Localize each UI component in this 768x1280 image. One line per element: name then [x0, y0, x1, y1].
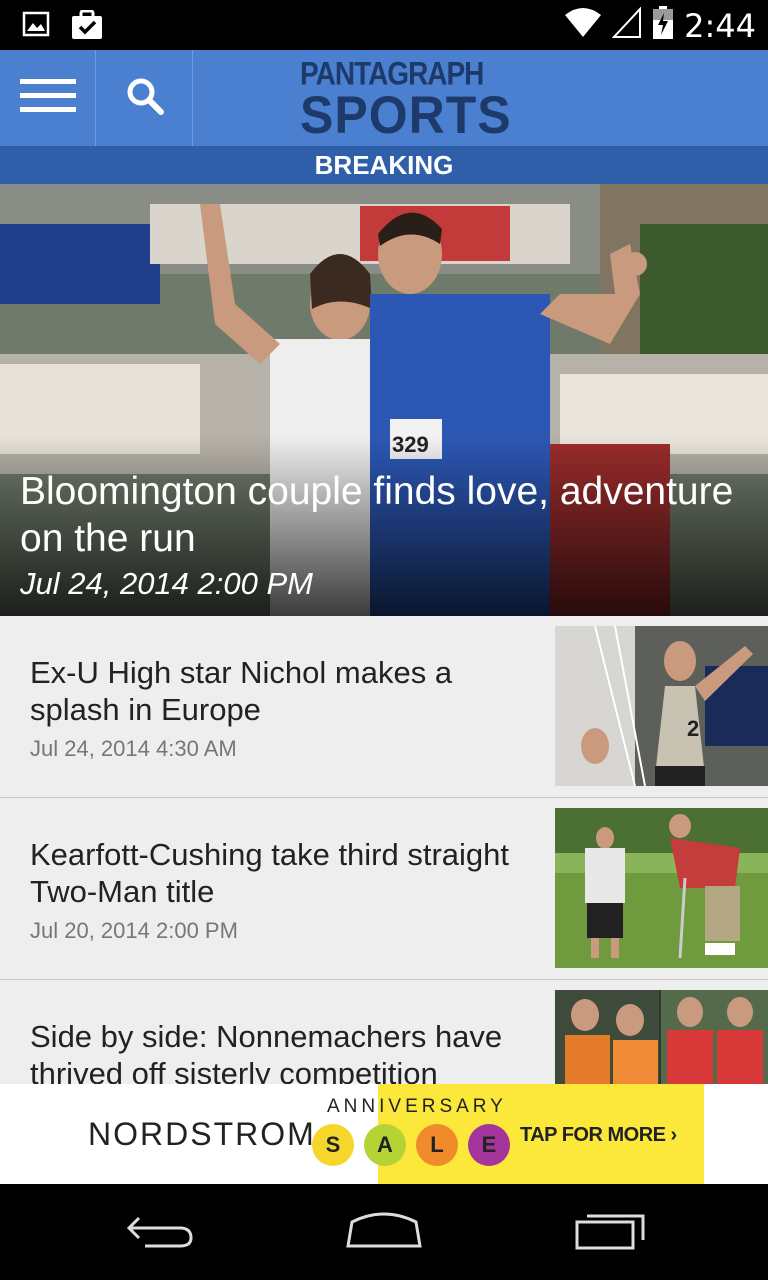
clipboard-check-icon [70, 9, 104, 45]
article-thumbnail[interactable] [555, 990, 768, 1084]
sale-letter: L [416, 1124, 458, 1166]
home-button[interactable] [334, 1204, 434, 1260]
article-row[interactable]: Side by side: Nonnemachers have thrived … [0, 980, 768, 1084]
article-title[interactable]: Side by side: Nonnemachers have thrived … [30, 1018, 530, 1084]
hero-headline[interactable]: Bloomington couple finds love, adventure… [20, 468, 740, 562]
status-bar: 2:44 [0, 0, 768, 50]
article-row[interactable]: Ex-U High star Nichol makes a splash in … [0, 616, 768, 798]
search-icon [126, 77, 164, 120]
article-date: Jul 20, 2014 2:00 PM [30, 918, 238, 943]
back-button[interactable] [110, 1204, 210, 1260]
home-icon [346, 1210, 422, 1255]
hero-date: Jul 24, 2014 2:00 PM [20, 566, 313, 601]
breaking-banner[interactable]: BREAKING [0, 146, 768, 184]
article-list[interactable]: Ex-U High star Nichol makes a splash in … [0, 616, 768, 1084]
ad-banner[interactable]: NORDSTROM ANNIVERSARY S A L E TAP FOR MO… [0, 1084, 768, 1184]
ad-anniversary-text: ANNIVERSARY [327, 1096, 507, 1117]
logo-bottom-text: SPORTS [300, 85, 512, 145]
app-bar: PANTAGRAPH SPORTS [0, 50, 768, 146]
sale-letter: S [312, 1124, 354, 1166]
wifi-icon [564, 7, 602, 44]
pantagraph-sports-logo[interactable]: PANTAGRAPH SPORTS [300, 56, 512, 145]
battery-icon [652, 6, 674, 45]
ad-cta[interactable]: TAP FOR MORE › [520, 1124, 677, 1147]
search-button[interactable] [97, 50, 193, 146]
recent-apps-icon [575, 1210, 645, 1255]
hero-story[interactable]: 329 Bloomington couple finds love, adven… [0, 184, 768, 616]
menu-button[interactable] [0, 50, 96, 146]
ad-brand: NORDSTROM [88, 1116, 316, 1152]
signal-icon [611, 6, 642, 44]
status-time: 2:44 [684, 6, 756, 45]
article-title[interactable]: Kearfott-Cushing take third straight Two… [30, 836, 530, 910]
article-thumbnail[interactable]: 2 [555, 626, 768, 786]
hamburger-menu-icon [19, 78, 76, 118]
article-thumbnail[interactable] [555, 808, 768, 968]
system-nav-bar [0, 1184, 768, 1280]
jersey-number: 2 [687, 716, 699, 741]
article-row[interactable]: Kearfott-Cushing take third straight Two… [0, 798, 768, 980]
article-date: Jul 24, 2014 4:30 AM [30, 736, 237, 761]
ad-sale-letters: S A L E [312, 1124, 510, 1166]
sale-letter: E [468, 1124, 510, 1166]
article-title[interactable]: Ex-U High star Nichol makes a splash in … [30, 654, 530, 728]
back-icon [125, 1210, 195, 1255]
sale-letter: A [364, 1124, 406, 1166]
image-notification-icon [22, 10, 50, 45]
recent-apps-button[interactable] [560, 1204, 660, 1260]
